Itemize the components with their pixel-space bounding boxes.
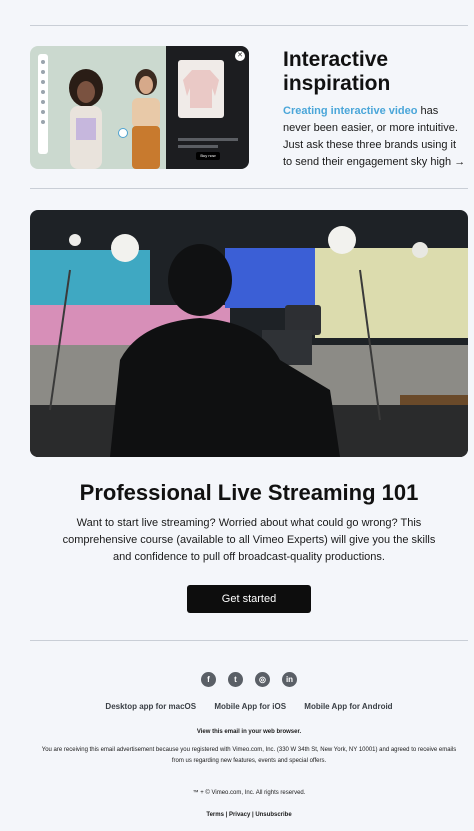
promo-title: Interactive inspiration <box>283 48 391 95</box>
unsubscribe-link[interactable]: Unsubscribe <box>255 812 291 818</box>
divider <box>30 640 468 641</box>
instagram-icon[interactable]: ◎ <box>255 672 270 687</box>
divider <box>30 188 468 189</box>
social-links: f t ◎ in <box>201 672 301 687</box>
twitter-icon[interactable]: t <box>228 672 243 687</box>
get-started-button[interactable]: Get started <box>187 585 311 613</box>
mobile-app-ios-link[interactable]: Mobile App for iOS <box>214 702 286 711</box>
creating-interactive-video-link[interactable]: Creating interactive video <box>283 105 418 117</box>
facebook-icon[interactable]: f <box>201 672 216 687</box>
view-in-browser-link[interactable]: View this email in your web browser. <box>30 729 468 735</box>
interactive-video-image[interactable]: ✕ Buy now <box>30 46 249 169</box>
mobile-app-android-link[interactable]: Mobile App for Android <box>304 702 392 711</box>
legal-links: Terms | Privacy | Unsubscribe <box>30 812 468 818</box>
sweater-image <box>183 70 219 108</box>
hero-title: Professional Live Streaming 101 <box>79 480 419 505</box>
divider <box>30 25 468 26</box>
product-price-line <box>178 145 218 148</box>
live-streaming-hero-image[interactable] <box>30 210 468 457</box>
terms-link[interactable]: Terms <box>206 812 224 818</box>
copyright-text: ™ + © Vimeo.com, Inc. All rights reserve… <box>192 790 306 796</box>
promo-body: Creating interactive video has never bee… <box>283 103 468 171</box>
email-page: ✕ Buy now Interactive inspiration Creati… <box>0 0 474 831</box>
editor-toolbar <box>38 54 48 154</box>
app-links: Desktop app for macOS Mobile App for iOS… <box>30 702 468 711</box>
close-icon[interactable]: ✕ <box>235 51 245 61</box>
email-disclaimer: You are receiving this email advertiseme… <box>41 747 457 764</box>
buy-now-button[interactable]: Buy now <box>196 152 220 160</box>
linkedin-icon[interactable]: in <box>282 672 297 687</box>
desktop-app-macos-link[interactable]: Desktop app for macOS <box>105 702 196 711</box>
hero-description: Want to start live streaming? Worried ab… <box>62 517 436 563</box>
privacy-link[interactable]: Privacy <box>229 812 250 818</box>
product-title-line <box>178 138 238 141</box>
hotspot-icon[interactable] <box>118 128 128 138</box>
model-left-figure <box>69 69 103 169</box>
